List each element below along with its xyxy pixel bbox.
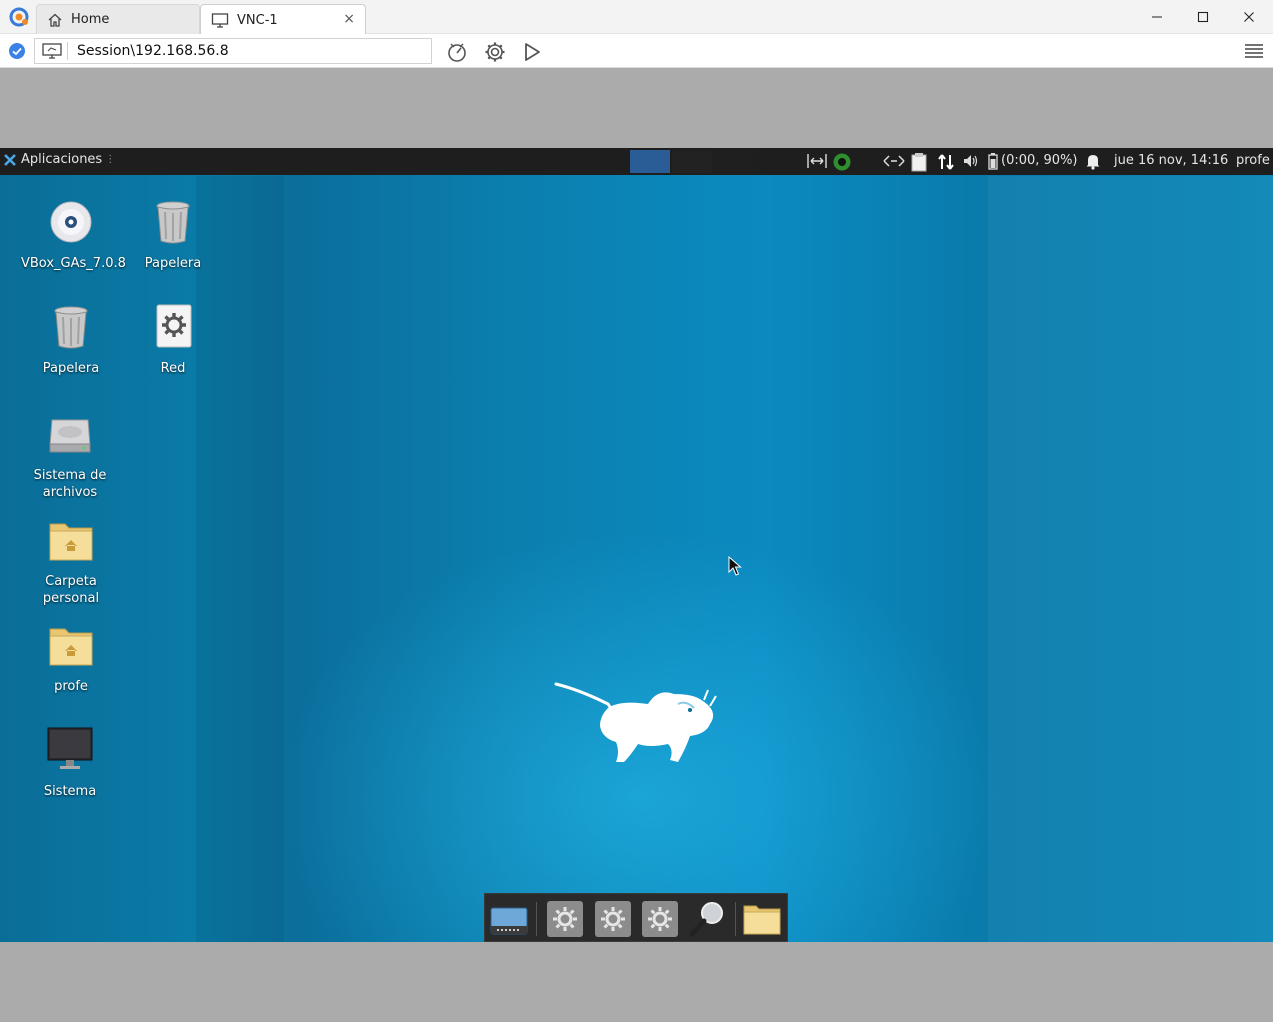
- trash-icon: [156, 201, 190, 244]
- desktop-icon-label: Papelera: [144, 256, 202, 271]
- dock-separator: [536, 902, 537, 936]
- settings-gear-icon[interactable]: [593, 900, 633, 938]
- minimize-button[interactable]: [1134, 0, 1180, 34]
- applications-menu-button[interactable]: Aplicaciones ⋮: [3, 152, 115, 167]
- battery-status-text: (0:00, 90%): [1001, 153, 1078, 168]
- desktop-icon-profe[interactable]: profe: [21, 621, 121, 695]
- viewer-background: [0, 942, 1273, 1022]
- maximize-icon: [1197, 11, 1209, 23]
- hamburger-menu-icon[interactable]: [1244, 42, 1264, 60]
- volume-icon[interactable]: [962, 152, 980, 170]
- mouse-pointer-icon: [728, 556, 742, 576]
- monitor-icon: [47, 727, 93, 769]
- settings-gear-icon[interactable]: [640, 900, 680, 938]
- trash-icon: [54, 306, 88, 349]
- xfce-mouse-logo: [554, 682, 717, 762]
- desktop-icon-label: profe: [54, 679, 88, 694]
- desktop-icon-sistema-de-archivos[interactable]: Sistema de archivos: [20, 410, 120, 501]
- home-folder-icon: [49, 628, 93, 666]
- panel-user-menu[interactable]: profe: [1236, 153, 1270, 168]
- panel-clock[interactable]: jue 16 nov, 14:16: [1114, 153, 1228, 168]
- update-status-icon[interactable]: [832, 152, 852, 172]
- search-magnifier-icon[interactable]: [688, 900, 728, 938]
- desktop-icon-sistema[interactable]: Sistema: [20, 726, 120, 800]
- settings-gear-icon[interactable]: [545, 900, 585, 938]
- desktop-icon-red[interactable]: Red: [123, 303, 223, 377]
- title-bar: Home VNC-1 ×: [0, 0, 1273, 35]
- address-bar: Session\192.168.56.8: [0, 34, 1273, 68]
- workspace-switcher-1[interactable]: [630, 150, 670, 173]
- settings-gear-icon[interactable]: [483, 40, 507, 64]
- tab-vnc-label: VNC-1: [237, 12, 278, 28]
- desktop-icon-label: Carpeta personal: [42, 574, 100, 606]
- remote-desktop-viewer: Home VNC-1 × Session\192.168.56.8 Aplica…: [0, 0, 1273, 1022]
- folder-icon[interactable]: [742, 900, 782, 938]
- remote-monitor-icon: [42, 43, 62, 59]
- desktop-icon-papelera-2[interactable]: Papelera: [21, 303, 121, 377]
- desktop-icon-label: VBox_GAs_7.0.8: [21, 256, 126, 271]
- play-icon[interactable]: [520, 40, 544, 64]
- close-icon: [1244, 12, 1254, 22]
- desktop-icon-label: Sistema de archivos: [33, 468, 107, 500]
- connection-speed-icon[interactable]: [445, 40, 469, 64]
- dock-separator: [735, 902, 736, 936]
- optical-disc-icon: [50, 201, 92, 243]
- session-address-field[interactable]: Session\192.168.56.8: [34, 38, 432, 64]
- session-address-text: Session\192.168.56.8: [77, 43, 229, 59]
- network-arrows-icon[interactable]: [882, 152, 906, 170]
- tab-home-label: Home: [71, 12, 110, 27]
- connected-check-icon: [9, 43, 25, 59]
- remote-desktop-screen[interactable]: Aplicaciones ⋮ (0:00, 90%) jue 16 nov, 1…: [0, 148, 1273, 942]
- battery-icon[interactable]: [987, 152, 999, 170]
- notification-bell-icon[interactable]: [1085, 152, 1101, 170]
- wallpaper-band: [196, 176, 284, 942]
- minimize-icon: [1152, 16, 1162, 18]
- maximize-button[interactable]: [1180, 0, 1226, 34]
- panel-handle-icon: ⋮: [105, 154, 116, 165]
- workspace-switcher-3[interactable]: [714, 150, 754, 173]
- applications-menu-label: Aplicaciones: [21, 152, 103, 167]
- transfer-updown-icon[interactable]: [936, 152, 956, 172]
- desktop-icon-carpeta-personal[interactable]: Carpeta personal: [21, 516, 121, 607]
- desktop-icon-vbox-gas[interactable]: VBox_GAs_7.0.8: [21, 198, 126, 272]
- show-desktop-icon[interactable]: [489, 900, 529, 938]
- xfce-top-panel: Aplicaciones ⋮ (0:00, 90%) jue 16 nov, 1…: [0, 148, 1273, 175]
- home-folder-icon: [49, 523, 93, 561]
- bottom-dock: [484, 893, 788, 942]
- clipboard-icon[interactable]: [909, 152, 931, 172]
- hard-drive-icon: [49, 419, 91, 453]
- desktop-icon-label: Papelera: [42, 361, 100, 376]
- tab-close-button[interactable]: ×: [343, 12, 355, 26]
- close-window-button[interactable]: [1226, 0, 1272, 34]
- wallpaper-band: [988, 176, 1273, 942]
- workspace-switcher-2[interactable]: [672, 150, 712, 173]
- network-gear-icon: [156, 304, 192, 348]
- app-logo-icon: [9, 7, 29, 27]
- field-divider: [67, 42, 68, 60]
- tab-home[interactable]: Home: [36, 4, 200, 34]
- monitor-icon: [211, 13, 229, 28]
- display-resize-icon[interactable]: [806, 152, 828, 170]
- desktop-icon-papelera[interactable]: Papelera: [123, 198, 223, 272]
- desktop-icon-label: Red: [160, 361, 186, 376]
- xfce-logo-icon: [4, 153, 16, 166]
- home-icon: [48, 13, 62, 27]
- tab-vnc-1[interactable]: VNC-1 ×: [200, 4, 366, 35]
- desktop-icon-label: Sistema: [43, 784, 97, 799]
